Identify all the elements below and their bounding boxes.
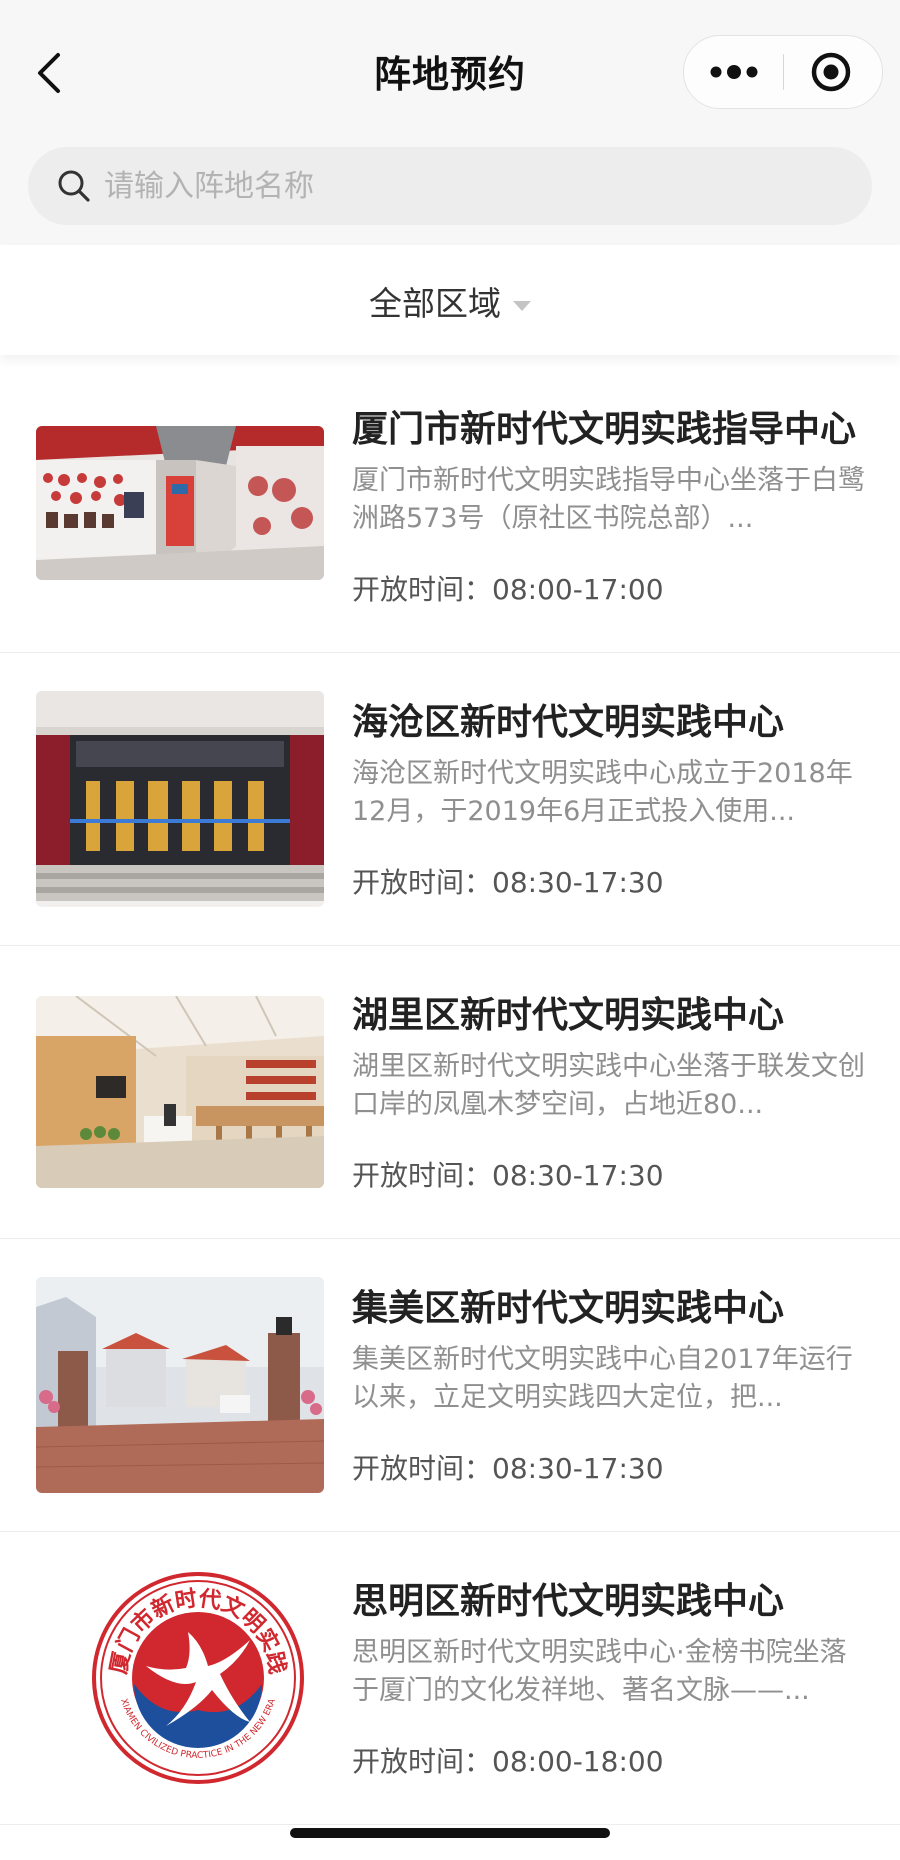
venue-item[interactable]: 湖里区新时代文明实践中心 湖里区新时代文明实践中心坐落于联发文创口岸的凤凰木梦空… bbox=[0, 946, 900, 1239]
venue-description: 湖里区新时代文明实践中心坐落于联发文创口岸的凤凰木梦空间，占地近80... bbox=[352, 1051, 865, 1120]
target-close-icon bbox=[811, 52, 851, 92]
hours-value: 08:00-17:00 bbox=[492, 573, 664, 606]
venue-title: 思明区新时代文明实践中心 bbox=[352, 1581, 785, 1622]
mini-program-capsule bbox=[683, 35, 883, 109]
venue-hours: 开放时间：08:00-17:00 bbox=[352, 568, 664, 608]
venue-description: 集美区新时代文明实践中心自2017年运行以来，立足文明实践四大定位，把... bbox=[352, 1344, 853, 1413]
venue-title: 湖里区新时代文明实践中心 bbox=[352, 995, 785, 1036]
venue-item[interactable]: 厦门市新时代文明实践指导中心 厦门市新时代文明实践指导中心坐落于白鹭洲路573号… bbox=[0, 360, 900, 653]
venue-title: 集美区新时代文明实践中心 bbox=[352, 1288, 785, 1329]
venue-item[interactable]: 集美区新时代文明实践中心 集美区新时代文明实践中心自2017年运行以来，立足文明… bbox=[0, 1239, 900, 1532]
venue-description: 思明区新时代文明实践中心·金榜书院坐落于厦门的文化发祥地、著名文脉——... bbox=[352, 1637, 847, 1706]
building-entrance-image bbox=[36, 691, 324, 907]
civilized-practice-logo: 厦门市新时代文明实践 XIAMEN CIVILIZED PRACTICE IN … bbox=[36, 1570, 324, 1786]
page: 阵地预约 请输入阵地名称 全部区域 厦门市新时代文明实践指导中心 厦门市新时代文… bbox=[0, 0, 900, 1860]
filter-bar: 全部区域 bbox=[0, 245, 900, 355]
venue-title: 厦门市新时代文明实践指导中心 bbox=[352, 409, 857, 450]
courtyard-gate-image bbox=[36, 1277, 324, 1493]
caret-down-icon bbox=[513, 300, 531, 311]
venue-hours: 开放时间：08:30-17:30 bbox=[352, 861, 664, 901]
venue-hours: 开放时间：08:30-17:30 bbox=[352, 1154, 664, 1194]
venue-description: 海沧区新时代文明实践中心成立于2018年12月，于2019年6月正式投入使用..… bbox=[352, 758, 853, 827]
home-indicator[interactable] bbox=[290, 1828, 610, 1838]
venue-title: 海沧区新时代文明实践中心 bbox=[352, 702, 785, 743]
venue-item[interactable]: 海沧区新时代文明实践中心 海沧区新时代文明实践中心成立于2018年12月，于20… bbox=[0, 653, 900, 946]
search-input[interactable] bbox=[104, 147, 844, 225]
region-filter-dropdown[interactable]: 全部区域 bbox=[0, 277, 900, 325]
search-box[interactable] bbox=[28, 147, 872, 225]
hours-value: 08:30-17:30 bbox=[492, 866, 664, 899]
hours-value: 08:30-17:30 bbox=[492, 1159, 664, 1192]
hours-value: 08:30-17:30 bbox=[492, 1452, 664, 1485]
close-button[interactable] bbox=[784, 36, 883, 108]
venue-list: 厦门市新时代文明实践指导中心 厦门市新时代文明实践指导中心坐落于白鹭洲路573号… bbox=[0, 360, 900, 1825]
exhibition-hall-image bbox=[36, 426, 324, 580]
more-button[interactable] bbox=[684, 36, 783, 108]
interior-space-image bbox=[36, 996, 324, 1188]
region-filter-label: 全部区域 bbox=[369, 284, 501, 323]
nav-bar: 阵地预约 bbox=[0, 0, 900, 135]
search-icon bbox=[58, 170, 90, 202]
hours-value: 08:00-18:00 bbox=[492, 1745, 664, 1778]
hours-label: 开放时间： bbox=[352, 866, 493, 899]
venue-hours: 开放时间：08:30-17:30 bbox=[352, 1447, 664, 1487]
venue-description: 厦门市新时代文明实践指导中心坐落于白鹭洲路573号（原社区书院总部）... bbox=[352, 465, 865, 534]
hours-label: 开放时间： bbox=[352, 573, 493, 606]
more-dots-icon bbox=[710, 65, 758, 79]
venue-item[interactable]: 厦门市新时代文明实践 XIAMEN CIVILIZED PRACTICE IN … bbox=[0, 1532, 900, 1825]
hours-label: 开放时间： bbox=[352, 1452, 493, 1485]
search-area bbox=[0, 135, 900, 245]
hours-label: 开放时间： bbox=[352, 1159, 493, 1192]
hours-label: 开放时间： bbox=[352, 1745, 493, 1778]
venue-hours: 开放时间：08:00-18:00 bbox=[352, 1740, 664, 1780]
